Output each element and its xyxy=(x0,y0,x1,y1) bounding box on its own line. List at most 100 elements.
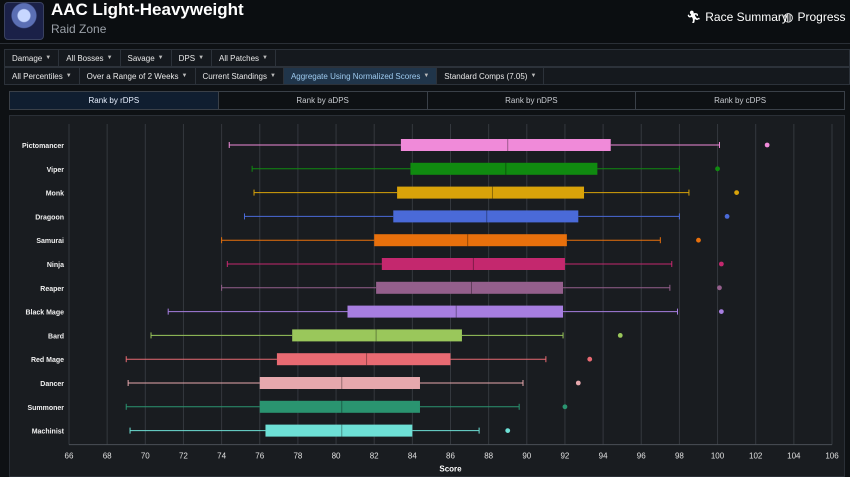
filter-label: All Bosses xyxy=(66,53,104,63)
x-tick-label: 100 xyxy=(711,452,725,461)
category-label: Samurai xyxy=(36,238,64,245)
tab-rank-2[interactable]: Rank by nDPS xyxy=(427,92,637,109)
option-dropdown-0[interactable]: All Percentiles ▼ xyxy=(5,68,80,84)
category-label: Ninja xyxy=(47,262,64,269)
chevron-down-icon: ▼ xyxy=(530,73,537,79)
filter-label: Savage xyxy=(127,53,155,63)
rank-tabs: Rank by rDPS Rank by aDPS Rank by nDPS Rank… xyxy=(9,91,845,110)
box xyxy=(393,210,579,223)
x-tick-label: 82 xyxy=(370,452,379,461)
race-summary-label: Race Summary xyxy=(705,10,788,24)
filter-label: DPS xyxy=(178,53,196,63)
chevron-down-icon: ▼ xyxy=(423,73,430,79)
chevron-down-icon: ▼ xyxy=(198,55,205,61)
outlier-point xyxy=(575,380,581,386)
x-tick-label: 88 xyxy=(484,452,493,461)
box xyxy=(259,377,420,389)
category-label: Machinist xyxy=(32,429,65,436)
page-subtitle: Raid Zone xyxy=(51,22,107,36)
outlier-point xyxy=(718,309,724,314)
category-label: Red Mage xyxy=(31,357,64,364)
box xyxy=(376,281,564,294)
x-tick-label: 102 xyxy=(749,452,763,461)
option-label: Over a Range of 2 Weeks xyxy=(86,71,179,81)
option-label: All Percentiles xyxy=(12,71,63,81)
x-tick-label: 74 xyxy=(217,452,226,461)
progress-label: Progress xyxy=(797,10,846,24)
x-tick-label: 86 xyxy=(446,452,455,461)
chevron-down-icon: ▼ xyxy=(65,73,72,79)
x-tick-label: 98 xyxy=(675,452,684,461)
chevron-down-icon: ▼ xyxy=(106,55,113,61)
category-label: Summoner xyxy=(27,405,64,412)
x-tick-label: 76 xyxy=(255,452,264,461)
filter-dropdown-1[interactable]: All Bosses ▼ xyxy=(59,50,121,66)
x-tick-label: 96 xyxy=(637,452,646,461)
option-label: Standard Comps (7.05) xyxy=(444,71,528,81)
option-dropdown-3[interactable]: Aggregate Using Normalized Scores ▼ xyxy=(283,68,438,84)
page-title: AAC Light-Heavyweight xyxy=(51,0,244,19)
x-tick-label: 72 xyxy=(179,452,188,461)
box xyxy=(397,186,585,199)
page-header: AAC Light-Heavyweight Raid Zone 🏃︎ Race … xyxy=(0,0,850,44)
category-label: Dancer xyxy=(40,381,64,388)
outlier-point xyxy=(505,428,511,433)
outlier-point xyxy=(562,404,568,410)
x-tick-label: 90 xyxy=(522,452,531,461)
chevron-down-icon: ▼ xyxy=(157,55,164,61)
race-summary-link[interactable]: 🏃︎ Race Summary xyxy=(686,10,788,24)
box xyxy=(374,234,567,247)
x-tick-label: 84 xyxy=(408,452,417,461)
box xyxy=(400,139,611,151)
outlier-point xyxy=(715,166,720,172)
x-tick-label: 70 xyxy=(141,452,150,461)
outlier-point xyxy=(724,214,730,219)
outlier-point xyxy=(717,285,722,291)
category-label: Pictomancer xyxy=(22,143,64,150)
box xyxy=(292,329,462,342)
x-tick-label: 80 xyxy=(332,452,341,461)
option-dropdown-1[interactable]: Over a Range of 2 Weeks ▼ xyxy=(80,68,196,84)
option-dropdown-4[interactable]: Standard Comps (7.05) ▼ xyxy=(437,68,545,84)
x-tick-label: 66 xyxy=(65,452,74,461)
category-label: Dragoon xyxy=(35,214,64,221)
filter-row-secondary: All Percentiles ▼ Over a Range of 2 Weeks ▼… xyxy=(4,67,850,85)
outlier-point xyxy=(734,190,740,195)
progress-link[interactable]: ◍ Progress xyxy=(783,10,846,24)
category-label: Viper xyxy=(47,167,65,174)
tab-rank-0[interactable]: Rank by rDPS xyxy=(10,92,219,109)
box xyxy=(259,400,420,413)
chevron-down-icon: ▼ xyxy=(45,55,52,61)
chevron-down-icon: ▼ xyxy=(262,55,268,61)
option-dropdown-2[interactable]: Current Standings ▼ xyxy=(196,68,284,84)
x-axis-label: Score xyxy=(439,465,462,474)
tab-rank-1[interactable]: Rank by aDPS xyxy=(218,92,428,109)
boxplot-chart: 66 68 70 72 74 76 78 80 82 84 86 88 90 92 94 96 98 100 102… xyxy=(22,124,839,474)
filter-dropdown-0[interactable]: Damage ▼ xyxy=(5,50,60,66)
x-tick-label: 68 xyxy=(103,452,112,461)
chevron-down-icon: ▼ xyxy=(269,73,276,79)
runner-icon: 🏃︎ xyxy=(686,10,702,24)
option-label: Aggregate Using Normalized Scores xyxy=(290,71,421,81)
category-label: Bard xyxy=(48,333,64,340)
x-tick-label: 78 xyxy=(293,452,302,461)
filter-dropdown-2[interactable]: Savage ▼ xyxy=(121,50,172,66)
outlier-point xyxy=(587,356,593,362)
tab-rank-3[interactable]: Rank by cDPS xyxy=(636,92,844,109)
x-tick-label: 94 xyxy=(599,452,608,461)
box xyxy=(347,305,564,318)
x-tick-label: 104 xyxy=(787,452,801,461)
x-tick-label: 92 xyxy=(560,452,569,461)
filter-label: Damage xyxy=(12,53,43,63)
filter-dropdown-3[interactable]: DPS ▼ xyxy=(172,50,213,66)
chevron-down-icon: ▼ xyxy=(181,73,188,79)
option-label: Current Standings xyxy=(202,71,267,81)
chart-container: 66 68 70 72 74 76 78 80 82 84 86 88 90 92 94 96 98 100 102… xyxy=(9,115,845,477)
zone-avatar xyxy=(4,2,44,40)
outlier-point xyxy=(764,142,770,148)
box xyxy=(276,353,451,366)
filter-dropdown-4[interactable]: All Patches ▼ xyxy=(212,50,276,66)
category-label: Black Mage xyxy=(25,310,64,317)
outlier-point xyxy=(696,237,701,243)
globe-icon: ◍ xyxy=(783,10,794,24)
